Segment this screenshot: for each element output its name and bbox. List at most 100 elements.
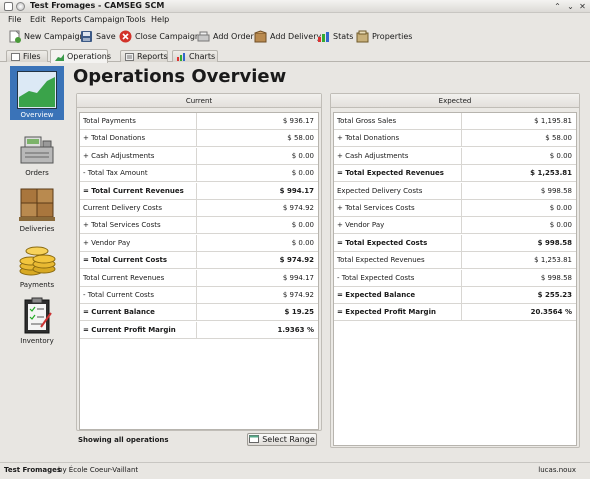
row-label: = Expected Balance: [337, 291, 416, 299]
row-value: $ 1,253.81: [530, 169, 572, 178]
current-panel-header: Current: [77, 94, 321, 108]
expected-panel: Expected Total Gross Sales $ 1,195.81 + To…: [330, 93, 580, 448]
menu-edit[interactable]: Edit: [30, 15, 46, 24]
row-label: - Total Expected Costs: [337, 273, 415, 282]
menu-reports[interactable]: Reports: [51, 15, 82, 24]
row-value: 1.9363 %: [277, 325, 314, 334]
sidebar-label-deliveries: Deliveries: [19, 225, 55, 233]
table-row: - Total Tax Amount $ 0.00: [80, 165, 318, 183]
column-divider: [196, 252, 197, 269]
column-divider: [461, 147, 462, 164]
tab-reports[interactable]: Reports: [120, 50, 168, 62]
properties-label: Properties: [372, 31, 413, 41]
column-divider: [196, 304, 197, 321]
add-delivery-label: Add Delivery: [270, 31, 322, 41]
sidebar-label-overview: Overview: [20, 111, 54, 119]
charts-icon: [177, 52, 186, 61]
tab-bar: Files Operations Reports Charts: [0, 48, 590, 63]
window-menu-icon[interactable]: [16, 2, 25, 11]
column-divider: [461, 130, 462, 147]
column-divider: [461, 269, 462, 286]
row-value: $ 0.00: [549, 151, 572, 160]
boxes-icon: [17, 185, 57, 223]
row-label: = Current Balance: [83, 308, 155, 317]
calendar-icon: [249, 434, 260, 445]
sidebar-label-inventory: Inventory: [20, 337, 54, 345]
clipboard-icon: [17, 297, 57, 335]
row-label: Current Delivery Costs: [83, 204, 163, 212]
column-divider: [196, 321, 197, 338]
row-value: $ 0.00: [549, 221, 572, 230]
sidebar: Overview Orders Deliveries Payments Inve…: [6, 66, 68, 456]
sidebar-item-orders[interactable]: Orders: [10, 124, 64, 178]
sidebar-item-deliveries[interactable]: Deliveries: [10, 180, 64, 234]
maximize-button[interactable]: ⌄: [566, 2, 575, 11]
select-range-button[interactable]: Select Range: [247, 433, 317, 446]
row-value: $ 998.58: [540, 273, 572, 282]
add-delivery-button[interactable]: Add Delivery: [254, 28, 321, 44]
tab-operations-label: Operations: [67, 52, 111, 61]
tab-operations[interactable]: Operations: [50, 49, 111, 63]
select-range-label: Select Range: [262, 435, 315, 444]
sidebar-item-inventory[interactable]: Inventory: [10, 292, 64, 346]
add-order-label: Add Order: [213, 31, 254, 41]
row-label: = Total Current Revenues: [83, 186, 184, 195]
properties-button[interactable]: Properties: [356, 28, 412, 44]
table-row: = Total Expected Costs $ 998.58: [334, 234, 576, 252]
save-icon: [80, 30, 93, 43]
menu-help[interactable]: Help: [151, 15, 169, 24]
minimize-button[interactable]: ⌃: [553, 2, 562, 11]
new-campaign-button[interactable]: New Campaign: [8, 28, 85, 44]
table-row: Expected Delivery Costs $ 998.58: [334, 182, 576, 200]
column-divider: [196, 147, 197, 164]
table-row: = Expected Profit Margin 20.3564 %: [334, 304, 576, 322]
app-icon[interactable]: [4, 2, 13, 11]
sidebar-label-payments: Payments: [19, 281, 55, 289]
coins-icon: [17, 241, 57, 279]
row-value: $ 0.00: [291, 221, 314, 230]
save-label: Save: [96, 31, 116, 41]
sidebar-item-payments[interactable]: Payments: [10, 236, 64, 290]
menu-tools[interactable]: Tools: [126, 15, 146, 24]
sidebar-item-overview[interactable]: Overview: [10, 66, 64, 120]
column-divider: [196, 165, 197, 182]
column-divider: [196, 269, 197, 286]
row-label: + Vendor Pay: [337, 221, 385, 230]
save-button[interactable]: Save: [80, 28, 116, 44]
table-row: Total Gross Sales $ 1,195.81: [334, 113, 576, 130]
column-divider: [461, 234, 462, 251]
tab-charts[interactable]: Charts: [172, 50, 218, 62]
new-document-icon: [8, 30, 21, 43]
row-label: - Total Tax Amount: [83, 169, 148, 178]
tab-files[interactable]: Files: [6, 50, 48, 62]
table-row: + Total Services Costs $ 0.00: [80, 217, 318, 235]
table-row: + Total Services Costs $ 0.00: [334, 200, 576, 217]
stats-button[interactable]: Stats: [317, 28, 353, 44]
status-user: lucas.noux: [538, 466, 576, 474]
status-organization: by École Coeur-Vaillant: [58, 466, 139, 474]
table-row: + Total Donations $ 58.00: [80, 130, 318, 148]
new-campaign-label: New Campaign: [24, 31, 85, 41]
tab-files-label: Files: [23, 52, 41, 61]
row-label: + Total Donations: [83, 134, 146, 143]
row-label: + Total Services Costs: [337, 204, 415, 212]
menu-campaign[interactable]: Campaign: [84, 15, 125, 24]
row-value: $ 974.92: [279, 256, 314, 265]
column-divider: [196, 200, 197, 216]
row-label: - Total Current Costs: [83, 291, 155, 299]
row-value: $ 58.00: [545, 134, 572, 143]
tab-charts-label: Charts: [189, 52, 216, 61]
close-campaign-label: Close Campaign: [135, 31, 200, 41]
table-row: - Total Expected Costs $ 998.58: [334, 269, 576, 287]
add-order-button[interactable]: Add Order: [197, 28, 254, 44]
tab-reports-label: Reports: [137, 52, 168, 61]
close-campaign-button[interactable]: Close Campaign: [119, 28, 200, 44]
row-label: + Cash Adjustments: [83, 151, 155, 160]
row-label: + Cash Adjustments: [337, 151, 409, 160]
row-label: + Total Donations: [337, 134, 400, 143]
row-label: = Current Profit Margin: [83, 325, 176, 334]
menu-file[interactable]: File: [8, 15, 21, 24]
close-window-button[interactable]: ✕: [578, 2, 587, 11]
row-value: 20.3564 %: [530, 308, 572, 317]
row-value: $ 1,253.81: [534, 256, 572, 265]
